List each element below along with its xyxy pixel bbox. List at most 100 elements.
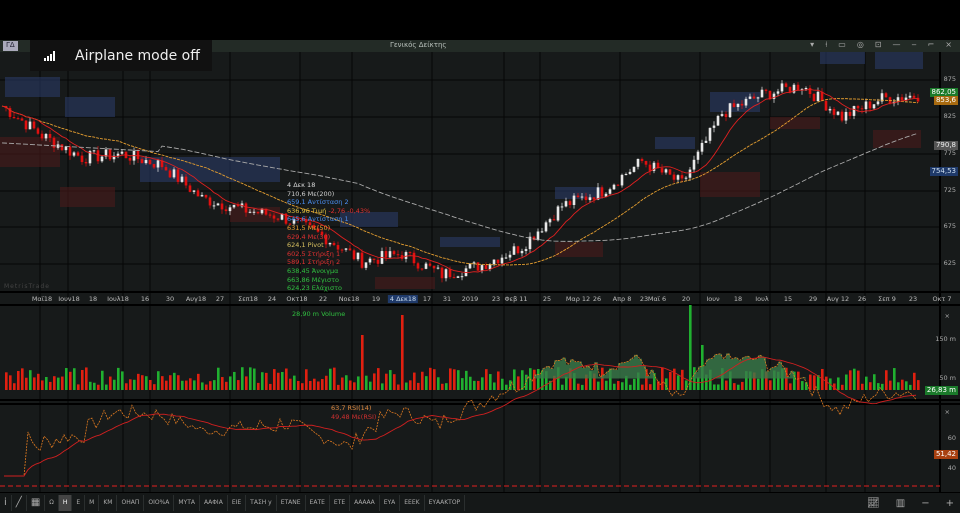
- candle: [252, 211, 256, 213]
- volume-bar: [869, 382, 872, 390]
- toolbar-item[interactable]: ΕΥΑΑΚΤΟΡ: [425, 495, 466, 511]
- chart-canvas[interactable]: [0, 52, 960, 494]
- window-control-5[interactable]: —: [893, 40, 901, 50]
- candle: [80, 155, 84, 163]
- rsi-overbought-fill: [774, 366, 778, 379]
- candle: [544, 222, 548, 232]
- rsi-overbought-fill: [638, 358, 642, 379]
- candle: [192, 190, 196, 192]
- window-control-8[interactable]: ×: [945, 40, 952, 50]
- chart-area[interactable]: [0, 52, 960, 494]
- candle: [828, 108, 832, 111]
- volume-bar: [853, 368, 856, 390]
- toast-text: Airplane mode off: [75, 47, 200, 64]
- volume-bar: [693, 367, 696, 390]
- toolbar-item[interactable]: ΑΑΦΙΑ: [200, 495, 228, 511]
- toolbar-item[interactable]: Μ: [85, 495, 100, 511]
- candle: [244, 203, 248, 213]
- chart-type-icon[interactable]: 📈︎: [867, 498, 880, 509]
- toolbar-item[interactable]: ΕΤΑΝΕ: [277, 495, 306, 511]
- candle: [684, 177, 688, 179]
- date-tick: Ιουλ: [755, 295, 769, 303]
- toolbar-item[interactable]: ΑΑΑΑΑ: [350, 495, 380, 511]
- candle: [212, 205, 216, 207]
- candle: [736, 103, 740, 108]
- candle: [452, 277, 456, 279]
- window-control-6[interactable]: ‒: [912, 40, 917, 50]
- toolbar-item[interactable]: ΟΙΟ%Α: [144, 495, 175, 511]
- window-control-2[interactable]: ▭: [838, 40, 846, 50]
- volume-bar: [301, 383, 304, 390]
- window-control-1[interactable]: ⍿: [825, 40, 827, 50]
- candle: [856, 106, 860, 109]
- candle: [768, 90, 772, 99]
- candle: [712, 125, 716, 128]
- volume-bar: [397, 384, 400, 390]
- volume-bar: [505, 384, 508, 390]
- candle: [600, 187, 604, 197]
- volume-bar: [453, 369, 456, 390]
- toolbar-item[interactable]: Ε: [72, 495, 86, 511]
- rsi-overbought-fill: [762, 357, 766, 379]
- volume-bar: [273, 369, 276, 390]
- date-tick: Οκτ18: [286, 295, 308, 303]
- toolbar-item[interactable]: ΕΙΕ: [228, 495, 247, 511]
- toolbar-item[interactable]: ΚΜ: [99, 495, 118, 511]
- candle: [92, 150, 96, 152]
- toolbar-item[interactable]: ΟΗΑΠ: [117, 495, 145, 511]
- volume-bar: [77, 384, 80, 390]
- candle: [156, 160, 160, 168]
- toolbar-item[interactable]: ΤΑΣΗ y: [246, 495, 277, 511]
- candle: [24, 120, 28, 130]
- volume-bar: [617, 381, 620, 390]
- rsi-close-button[interactable]: ×: [945, 408, 950, 416]
- rsi-overbought-fill: [570, 359, 574, 379]
- rsi-overbought-fill: [630, 358, 634, 379]
- info-icon[interactable]: ⅰ: [0, 495, 12, 511]
- window-control-7[interactable]: ⌐: [928, 40, 935, 50]
- candle: [848, 111, 852, 116]
- volume-bar: [561, 384, 564, 390]
- rsi-overbought-fill: [714, 354, 718, 379]
- volume-close-button[interactable]: ×: [945, 312, 950, 320]
- draw-line-icon[interactable]: ╱: [12, 495, 27, 511]
- toolbar-item[interactable]: ΕΥΑ: [380, 495, 401, 511]
- bar-chart-icon[interactable]: ▥: [896, 498, 905, 509]
- volume-bar: [89, 381, 92, 390]
- ma30-price-label: 853,6: [933, 96, 958, 105]
- toolbar-item[interactable]: Η: [58, 495, 73, 511]
- rsi-overbought-fill: [538, 374, 542, 379]
- volume-bar: [245, 376, 248, 390]
- candle: [152, 164, 156, 168]
- volume-bar: [533, 369, 536, 390]
- candle: [660, 168, 664, 173]
- window-title: Γενικός Δείκτης: [390, 41, 447, 49]
- candle: [648, 164, 652, 171]
- toolbar-item[interactable]: ΕΤΕ: [330, 495, 351, 511]
- candle: [16, 118, 20, 120]
- window-control-3[interactable]: ◎: [857, 40, 864, 50]
- volume-bar: [125, 383, 128, 390]
- date-tick: 23: [908, 295, 918, 303]
- rsi-overbought-fill: [734, 357, 738, 379]
- toolbar-item[interactable]: ΕΑΤΕ: [306, 495, 330, 511]
- volume-bar: [41, 380, 44, 390]
- candle: [440, 267, 444, 279]
- window-control-4[interactable]: ⊡: [875, 40, 882, 50]
- date-tick: Φεβ 11: [504, 295, 528, 303]
- candle: [520, 250, 524, 254]
- toolbar-item[interactable]: ΜΥΤΑ: [174, 495, 200, 511]
- candle: [804, 87, 808, 90]
- toolbar-item[interactable]: ΕΕΕΚ: [400, 495, 425, 511]
- toolbar-item[interactable]: Ω: [45, 495, 59, 511]
- candle: [744, 98, 748, 106]
- grid-icon[interactable]: ▦: [27, 495, 46, 511]
- rsi-overbought-fill: [650, 370, 654, 379]
- candle: [384, 251, 388, 258]
- zoom-in-icon[interactable]: +: [946, 498, 954, 509]
- volume-bar: [857, 370, 860, 390]
- zoom-out-icon[interactable]: −: [921, 498, 929, 509]
- window-control-0[interactable]: ▾: [810, 40, 814, 50]
- volume-bar: [85, 367, 88, 390]
- volume-bar: [141, 375, 144, 390]
